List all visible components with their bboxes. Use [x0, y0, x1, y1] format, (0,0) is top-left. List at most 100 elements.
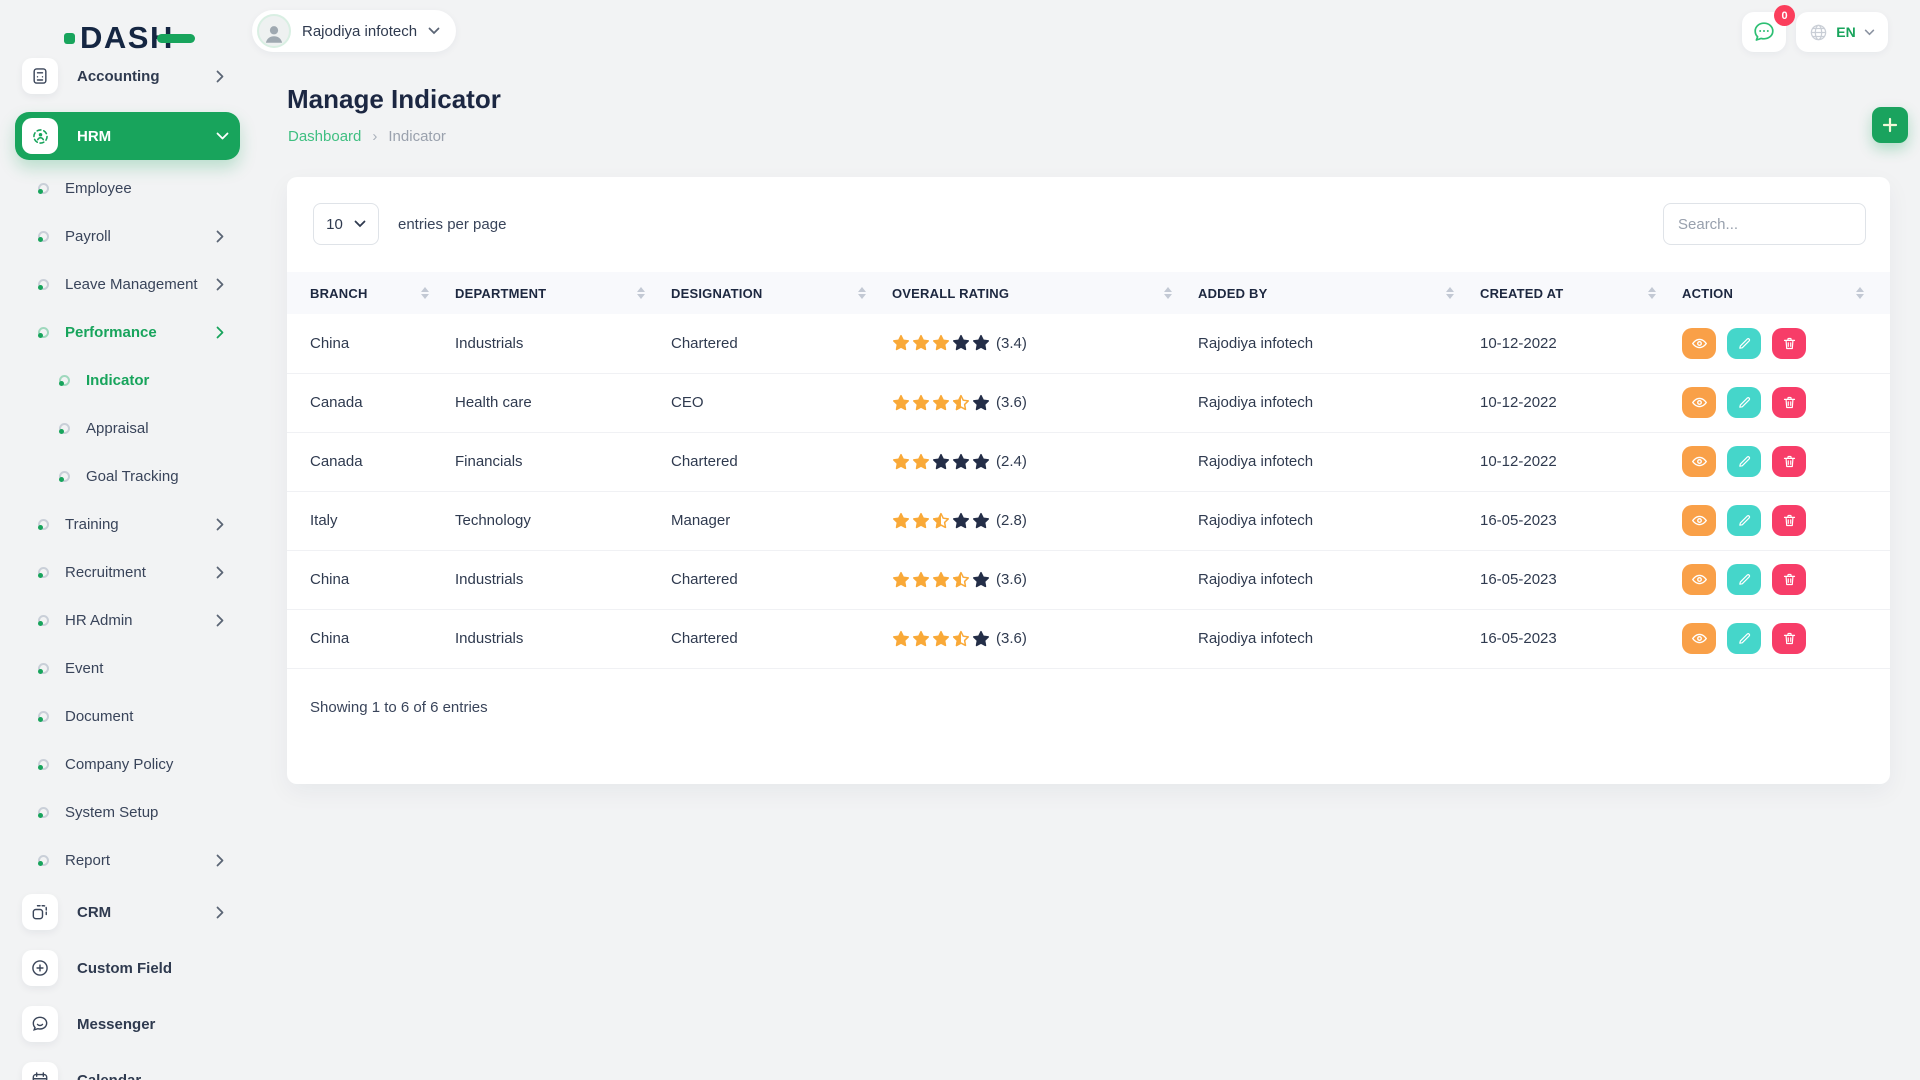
sidebar: DASH Accounting HRMEmployeePayrollLeave M…: [0, 0, 270, 1080]
edit-button[interactable]: [1727, 387, 1761, 418]
edit-button[interactable]: [1727, 446, 1761, 477]
star-half-icon: [952, 571, 970, 589]
sidebar-item-hrm[interactable]: HRM: [15, 112, 240, 160]
column-header-branch[interactable]: BRANCH: [287, 272, 455, 314]
sidebar-item-goal-tracking[interactable]: Goal Tracking: [0, 452, 270, 500]
edit-button[interactable]: [1727, 505, 1761, 536]
view-button[interactable]: [1682, 446, 1716, 477]
sidebar-item-system-setup[interactable]: System Setup: [0, 788, 270, 836]
sidebar-item-payroll[interactable]: Payroll: [0, 212, 270, 260]
column-header-added-by[interactable]: ADDED BY: [1198, 272, 1480, 314]
cell-added-by: Rajodiya infotech: [1198, 550, 1480, 609]
breadcrumb-dashboard-link[interactable]: Dashboard: [288, 128, 361, 145]
column-label: OVERALL RATING: [892, 286, 1009, 301]
sidebar-item-appraisal[interactable]: Appraisal: [0, 404, 270, 452]
bullet-dot-icon: [38, 759, 49, 770]
cell-overall-rating: (3.6): [892, 373, 1198, 432]
sidebar-item-custom-field[interactable]: Custom Field: [0, 940, 270, 996]
view-button[interactable]: [1682, 564, 1716, 595]
trash-icon: [1782, 572, 1797, 587]
column-label: BRANCH: [310, 286, 368, 301]
sidebar-item-company-policy[interactable]: Company Policy: [0, 740, 270, 788]
bullet-dot-icon: [38, 183, 49, 194]
indicator-table-card: 10 entries per page BRANCHDEPARTMENTDESI…: [287, 177, 1890, 784]
sort-arrows-icon: [1856, 287, 1864, 299]
table-row: ChinaIndustrialsChartered(3.6)Rajodiya i…: [287, 550, 1890, 609]
pencil-icon: [1737, 395, 1752, 410]
sidebar-item-indicator[interactable]: Indicator: [0, 356, 270, 404]
rating-value: (2.8): [996, 512, 1027, 529]
language-code: EN: [1836, 24, 1855, 40]
edit-button[interactable]: [1727, 564, 1761, 595]
view-button[interactable]: [1682, 387, 1716, 418]
rating-value: (2.4): [996, 453, 1027, 470]
sidebar-item-employee[interactable]: Employee: [0, 164, 270, 212]
column-header-department[interactable]: DEPARTMENT: [455, 272, 671, 314]
column-header-action[interactable]: ACTION: [1682, 272, 1890, 314]
chevron-right-icon: [216, 230, 224, 243]
sidebar-item-report[interactable]: Report: [0, 836, 270, 884]
star-empty-icon: [932, 453, 950, 471]
messenger-button[interactable]: 0: [1742, 12, 1786, 52]
sidebar-item-hr-admin[interactable]: HR Admin: [0, 596, 270, 644]
cell-added-by: Rajodiya infotech: [1198, 609, 1480, 668]
column-header-overall-rating[interactable]: OVERALL RATING: [892, 272, 1198, 314]
cell-actions: [1682, 314, 1890, 373]
person-icon: [261, 20, 287, 46]
brand-logo[interactable]: DASH: [64, 20, 195, 56]
sidebar-item-leave-management[interactable]: Leave Management: [0, 260, 270, 308]
edit-button[interactable]: [1727, 328, 1761, 359]
sidebar-item-document[interactable]: Document: [0, 692, 270, 740]
notification-badge: 0: [1774, 5, 1795, 26]
add-indicator-button[interactable]: [1872, 107, 1908, 143]
cell-created-at: 10-12-2022: [1480, 314, 1682, 373]
breadcrumb: Dashboard › Indicator: [288, 128, 446, 145]
cell-designation: Chartered: [671, 432, 892, 491]
view-button[interactable]: [1682, 505, 1716, 536]
sidebar-item-messenger[interactable]: Messenger: [0, 996, 270, 1052]
cell-added-by: Rajodiya infotech: [1198, 491, 1480, 550]
cell-added-by: Rajodiya infotech: [1198, 432, 1480, 491]
column-header-designation[interactable]: DESIGNATION: [671, 272, 892, 314]
delete-button[interactable]: [1772, 564, 1806, 595]
delete-button[interactable]: [1772, 446, 1806, 477]
eye-icon: [1691, 630, 1708, 647]
sidebar-item-recruitment[interactable]: Recruitment: [0, 548, 270, 596]
star-rating: (3.6): [892, 394, 1190, 412]
column-header-created-at[interactable]: CREATED AT: [1480, 272, 1682, 314]
delete-button[interactable]: [1772, 623, 1806, 654]
delete-button[interactable]: [1772, 387, 1806, 418]
search-input[interactable]: [1663, 203, 1866, 245]
company-selector[interactable]: Rajodiya infotech: [252, 10, 456, 52]
sidebar-item-calendar[interactable]: Calendar: [0, 1052, 270, 1080]
chevron-down-icon: [354, 220, 366, 228]
star-full-icon: [932, 394, 950, 412]
star-full-icon: [912, 453, 930, 471]
chevron-down-icon: [1864, 29, 1875, 36]
star-rating: (3.6): [892, 630, 1190, 648]
language-selector[interactable]: EN: [1796, 12, 1888, 52]
page-size-select[interactable]: 10: [313, 203, 379, 245]
star-empty-icon: [972, 571, 990, 589]
sidebar-item-label: Calendar: [77, 1072, 141, 1080]
view-button[interactable]: [1682, 623, 1716, 654]
cell-added-by: Rajodiya infotech: [1198, 373, 1480, 432]
star-full-icon: [912, 571, 930, 589]
sidebar-item-training[interactable]: Training: [0, 500, 270, 548]
sidebar-item-label: Event: [65, 660, 103, 677]
delete-button[interactable]: [1772, 328, 1806, 359]
sidebar-item-accounting[interactable]: Accounting: [0, 52, 270, 100]
sort-arrows-icon: [637, 287, 645, 299]
view-button[interactable]: [1682, 328, 1716, 359]
sidebar-item-label: Indicator: [86, 372, 149, 389]
custom-field-icon: [22, 950, 58, 986]
cell-added-by: Rajodiya infotech: [1198, 314, 1480, 373]
delete-button[interactable]: [1772, 505, 1806, 536]
sidebar-item-crm[interactable]: CRM: [0, 884, 270, 940]
edit-button[interactable]: [1727, 623, 1761, 654]
bullet-dot-icon: [38, 567, 49, 578]
sidebar-item-event[interactable]: Event: [0, 644, 270, 692]
trash-icon: [1782, 631, 1797, 646]
sidebar-item-performance[interactable]: Performance: [0, 308, 270, 356]
cell-overall-rating: (2.4): [892, 432, 1198, 491]
